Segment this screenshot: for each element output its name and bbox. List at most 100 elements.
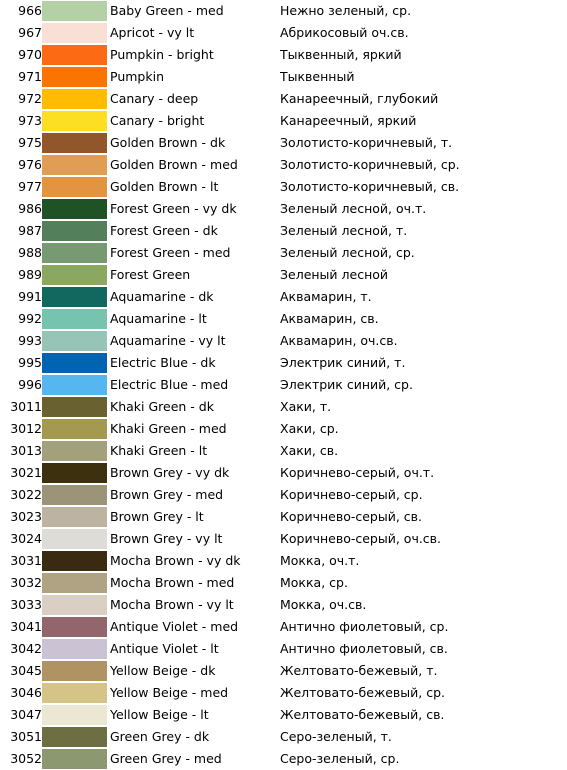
color-swatch-cell — [42, 396, 110, 418]
color-name-russian: Желтовато-бежевый, т. — [280, 663, 438, 678]
color-swatch — [42, 221, 107, 241]
table-row: 986 Forest Green - vy dk Зеленый лесной, о… — [0, 198, 567, 220]
color-reference-table: 966 Baby Green - med Нежно зеленый, ср. 967… — [0, 0, 567, 770]
color-name-russian: Серо-зеленый, т. — [280, 729, 392, 744]
color-swatch — [42, 485, 107, 505]
color-code: 3021 — [10, 465, 42, 480]
color-name-english: Yellow Beige - lt — [110, 707, 209, 722]
color-swatch-cell — [42, 110, 110, 132]
color-name-english: Pumpkin - bright — [110, 47, 214, 62]
color-code: 973 — [18, 113, 42, 128]
color-name-english: Green Grey - med — [110, 751, 222, 766]
color-swatch — [42, 397, 107, 417]
table-row: 967 Apricot - vy lt Абрикосовый оч.св. — [0, 22, 567, 44]
color-name-russian: Канареечный, глубокий — [280, 91, 439, 106]
table-row: 3046 Yellow Beige - med Желтовато-бежевый,… — [0, 682, 567, 704]
color-swatch — [42, 749, 107, 769]
table-row: 3024 Brown Grey - vy lt Коричнево-серый, о… — [0, 528, 567, 550]
color-name-english: Golden Brown - dk — [110, 135, 226, 150]
color-name-english: Canary - bright — [110, 113, 205, 128]
color-name-russian: Антично фиолетовый, св. — [280, 641, 448, 656]
color-name-russian: Тыквенный — [280, 69, 355, 84]
color-name-russian: Аквамарин, т. — [280, 289, 372, 304]
color-swatch — [42, 617, 107, 637]
table-row: 3051 Green Grey - dk Серо-зеленый, т. — [0, 726, 567, 748]
color-code: 976 — [18, 157, 42, 172]
color-swatch-cell — [42, 638, 110, 660]
color-swatch — [42, 727, 107, 747]
color-swatch — [42, 287, 107, 307]
color-swatch-cell — [42, 22, 110, 44]
color-code: 967 — [18, 25, 42, 40]
color-name-russian: Зеленый лесной, т. — [280, 223, 408, 238]
color-swatch — [42, 89, 107, 109]
color-name-russian: Аквамарин, оч.св. — [280, 333, 398, 348]
color-code: 3012 — [10, 421, 42, 436]
color-swatch-cell — [42, 682, 110, 704]
table-row: 995 Electric Blue - dk Электрик синий, т. — [0, 352, 567, 374]
color-name-russian: Мокка, оч.св. — [280, 597, 367, 612]
table-row: 3047 Yellow Beige - lt Желтовато-бежевый, … — [0, 704, 567, 726]
color-name-english: Khaki Green - med — [110, 421, 227, 436]
table-row: 971 Pumpkin Тыквенный — [0, 66, 567, 88]
color-name-english: Aquamarine - vy lt — [110, 333, 226, 348]
color-name-english: Brown Grey - lt — [110, 509, 204, 524]
color-swatch — [42, 551, 107, 571]
color-swatch-cell — [42, 66, 110, 88]
color-swatch — [42, 419, 107, 439]
color-name-english: Brown Grey - med — [110, 487, 224, 502]
table-row: 989 Forest Green Зеленый лесной — [0, 264, 567, 286]
color-name-russian: Золотисто-коричневый, ср. — [280, 157, 460, 172]
color-swatch — [42, 1, 107, 21]
color-swatch-cell — [42, 286, 110, 308]
color-code: 977 — [18, 179, 42, 194]
color-swatch-cell — [42, 440, 110, 462]
table-row: 977 Golden Brown - lt Золотисто-коричневый… — [0, 176, 567, 198]
color-swatch — [42, 353, 107, 373]
color-code: 988 — [18, 245, 42, 260]
color-name-english: Mocha Brown - vy lt — [110, 597, 234, 612]
color-code: 987 — [18, 223, 42, 238]
color-name-english: Aquamarine - lt — [110, 311, 207, 326]
color-swatch-cell — [42, 374, 110, 396]
color-swatch — [42, 199, 107, 219]
color-swatch-cell — [42, 198, 110, 220]
color-name-english: Khaki Green - dk — [110, 399, 214, 414]
color-swatch-cell — [42, 44, 110, 66]
color-name-russian: Канареечный, яркий — [280, 113, 417, 128]
color-name-english: Khaki Green - lt — [110, 443, 208, 458]
color-swatch — [42, 331, 107, 351]
color-name-english: Antique Violet - med — [110, 619, 239, 634]
color-name-russian: Коричнево-серый, оч.св. — [280, 531, 442, 546]
color-name-russian: Коричнево-серый, св. — [280, 509, 423, 524]
color-code: 993 — [18, 333, 42, 348]
color-code: 3051 — [10, 729, 42, 744]
color-swatch — [42, 111, 107, 131]
color-swatch — [42, 529, 107, 549]
table-row: 992 Aquamarine - lt Аквамарин, св. — [0, 308, 567, 330]
table-row: 3033 Mocha Brown - vy lt Мокка, оч.св. — [0, 594, 567, 616]
color-name-russian: Серо-зеленый, ср. — [280, 751, 400, 766]
color-swatch-cell — [42, 528, 110, 550]
color-code: 989 — [18, 267, 42, 282]
color-name-russian: Зеленый лесной, ср. — [280, 245, 415, 260]
color-name-russian: Электрик синий, т. — [280, 355, 406, 370]
table-row: 966 Baby Green - med Нежно зеленый, ср. — [0, 0, 567, 22]
color-swatch — [42, 573, 107, 593]
color-swatch — [42, 23, 107, 43]
color-swatch-cell — [42, 660, 110, 682]
table-row: 993 Aquamarine - vy lt Аквамарин, оч.св. — [0, 330, 567, 352]
color-swatch — [42, 683, 107, 703]
color-name-english: Canary - deep — [110, 91, 199, 106]
color-swatch-cell — [42, 0, 110, 22]
color-swatch — [42, 265, 107, 285]
color-swatch — [42, 177, 107, 197]
table-row: 3013 Khaki Green - lt Хаки, св. — [0, 440, 567, 462]
color-code: 3032 — [10, 575, 42, 590]
color-code: 3024 — [10, 531, 42, 546]
color-swatch — [42, 595, 107, 615]
table-row: 3041 Antique Violet - med Антично фиолетов… — [0, 616, 567, 638]
color-name-english: Pumpkin — [110, 69, 164, 84]
color-swatch-cell — [42, 418, 110, 440]
color-name-english: Yellow Beige - med — [110, 685, 229, 700]
